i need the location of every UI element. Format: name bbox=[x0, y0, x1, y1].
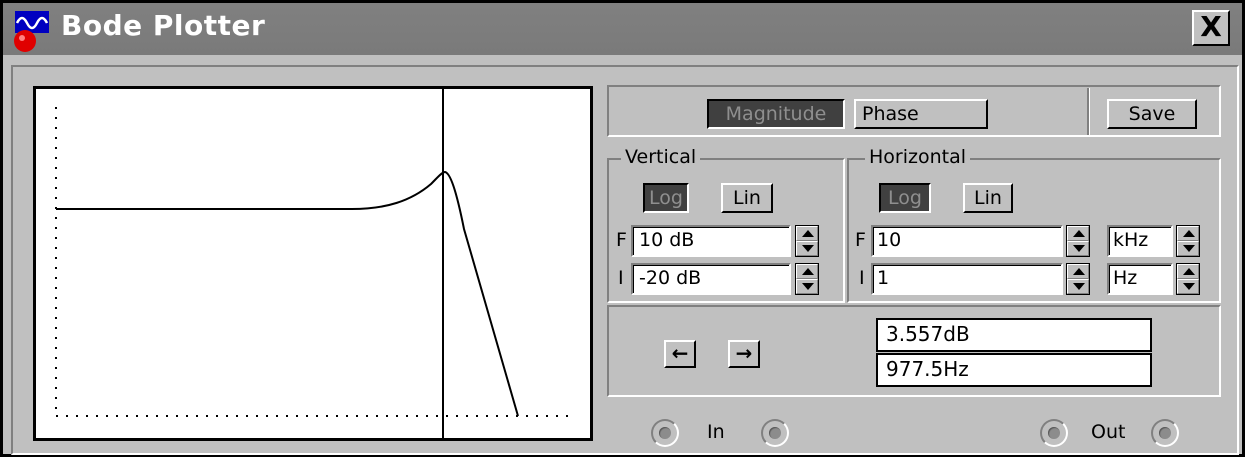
cursor-right-button[interactable]: → bbox=[728, 340, 760, 368]
horizontal-initial-label: I bbox=[859, 267, 865, 289]
vertical-initial-spin-icon[interactable] bbox=[795, 263, 819, 295]
horizontal-final-unit[interactable]: kHz bbox=[1107, 225, 1173, 257]
window-title: Bode Plotter bbox=[61, 9, 266, 42]
horizontal-initial-spin-icon[interactable] bbox=[1066, 263, 1090, 295]
in-plus-terminal-icon[interactable] bbox=[651, 419, 679, 447]
horizontal-final-input[interactable]: 10 bbox=[871, 225, 1063, 257]
bode-plotter-icon bbox=[14, 11, 49, 52]
mode-separator bbox=[1087, 88, 1090, 135]
vertical-lin-button[interactable]: Lin bbox=[721, 183, 773, 213]
vertical-log-button[interactable]: Log bbox=[643, 183, 689, 213]
horizontal-log-button[interactable]: Log bbox=[879, 183, 931, 213]
cursor-left-button[interactable]: ← bbox=[664, 340, 696, 368]
out-plus-terminal-icon[interactable] bbox=[1040, 419, 1068, 447]
bode-plotter-window: Bode Plotter X Magnitude Phase Save Vert… bbox=[0, 0, 1245, 457]
vertical-final-label: F bbox=[616, 229, 627, 251]
magnitude-trace bbox=[56, 170, 519, 417]
horizontal-final-spin-icon[interactable] bbox=[1066, 225, 1090, 257]
close-button[interactable]: X bbox=[1192, 10, 1230, 46]
vertical-final-spin-icon[interactable] bbox=[795, 225, 819, 257]
arrow-right-icon: → bbox=[735, 341, 753, 365]
horizontal-final-unit-spin-icon[interactable] bbox=[1176, 225, 1200, 257]
bode-plot-graph bbox=[55, 89, 576, 438]
in-minus-terminal-icon[interactable] bbox=[761, 419, 789, 447]
arrow-left-icon: ← bbox=[671, 341, 689, 365]
vertical-initial-input[interactable]: -20 dB bbox=[631, 263, 791, 295]
frequency-readout: 977.5Hz bbox=[876, 353, 1152, 387]
out-minus-terminal-icon[interactable] bbox=[1151, 419, 1179, 447]
magnitude-readout: 3.557dB bbox=[876, 318, 1152, 352]
horizontal-initial-input[interactable]: 1 bbox=[871, 263, 1063, 295]
phase-button[interactable]: Phase bbox=[854, 99, 988, 129]
horizontal-final-label: F bbox=[855, 229, 866, 251]
vertical-final-input[interactable]: 10 dB bbox=[631, 225, 791, 257]
title-bar[interactable]: Bode Plotter X bbox=[3, 3, 1242, 55]
horizontal-lin-button[interactable]: Lin bbox=[963, 183, 1013, 213]
save-button[interactable]: Save bbox=[1107, 99, 1197, 129]
in-label: In bbox=[707, 421, 725, 443]
magnitude-button[interactable]: Magnitude bbox=[707, 99, 845, 129]
horizontal-initial-unit[interactable]: Hz bbox=[1107, 263, 1173, 295]
close-icon: X bbox=[1200, 10, 1222, 43]
horizontal-initial-unit-spin-icon[interactable] bbox=[1176, 263, 1200, 295]
out-label: Out bbox=[1091, 421, 1126, 443]
vertical-initial-label: I bbox=[618, 267, 624, 289]
horizontal-group-label: Horizontal bbox=[865, 146, 971, 168]
vertical-group-label: Vertical bbox=[621, 146, 701, 168]
bode-plot-display[interactable] bbox=[33, 86, 593, 441]
